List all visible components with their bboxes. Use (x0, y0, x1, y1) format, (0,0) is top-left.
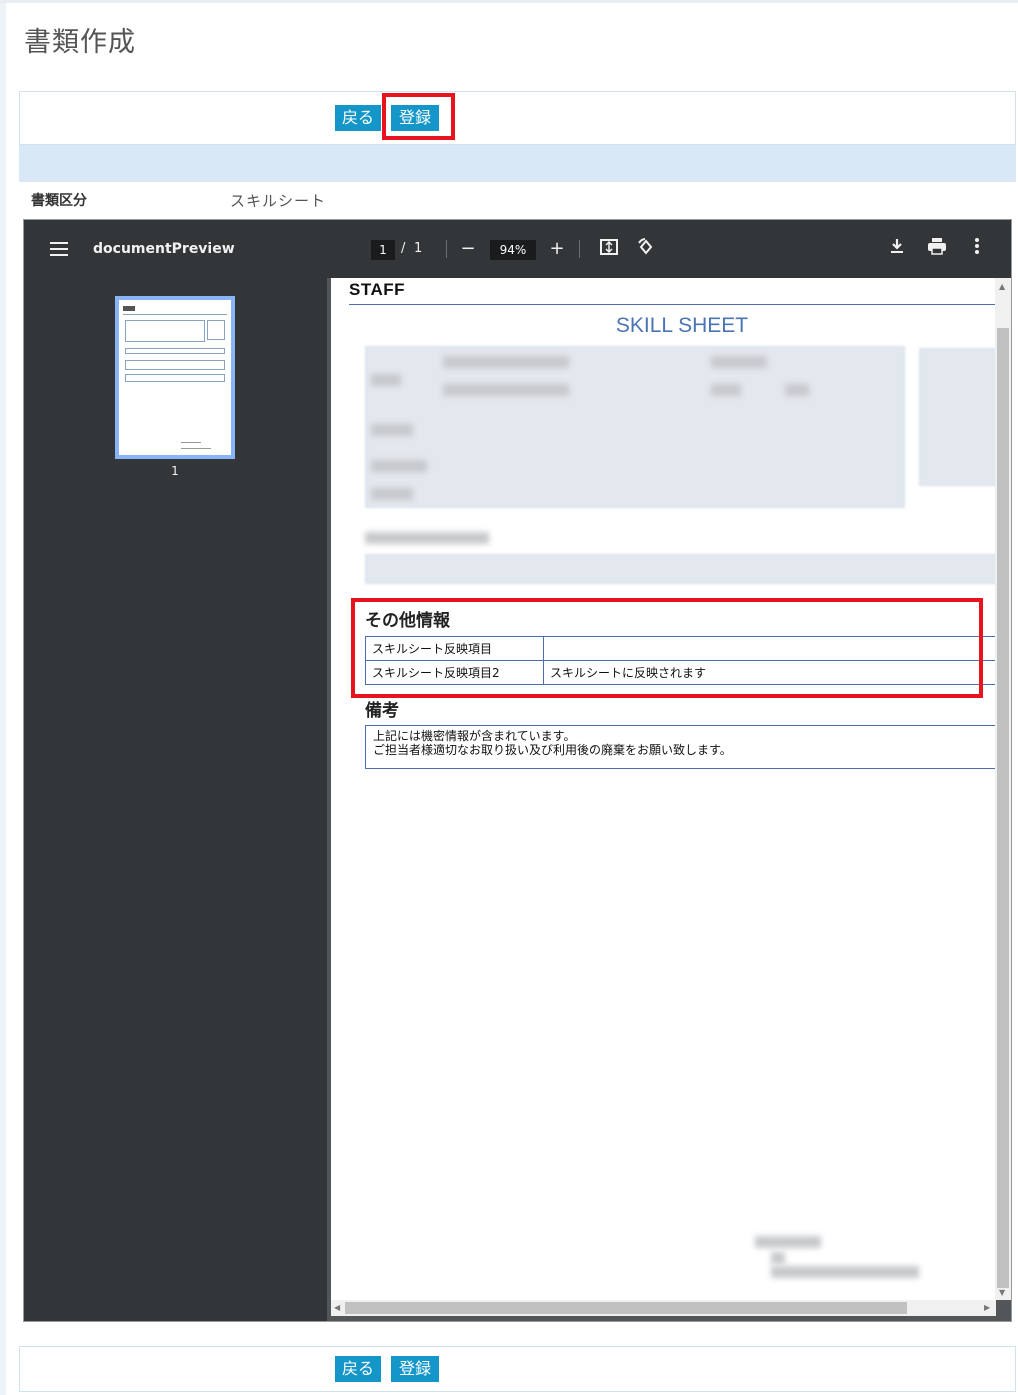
back-button[interactable]: 戻る (335, 105, 381, 131)
redacted-text (365, 532, 489, 544)
vertical-scrollbar[interactable]: ▲ ▼ (995, 278, 1011, 1300)
horizontal-scrollbar[interactable]: ◀ ▶ (331, 1300, 996, 1316)
document-area: STAFF SKILL SHEET その他情報 スキルシート反映項目 スキルシー… (327, 278, 1011, 1321)
download-icon[interactable] (885, 237, 909, 261)
redacted-text (785, 384, 809, 396)
redacted-text (371, 488, 413, 500)
redacted-text (371, 460, 427, 472)
more-options-icon[interactable] (965, 237, 989, 261)
staff-logo: STAFF (349, 280, 406, 299)
other-info-highlight (351, 598, 983, 698)
zoom-level-input[interactable]: 94% (490, 240, 536, 260)
back-button[interactable]: 戻る (335, 1356, 381, 1382)
doc-type-label: 書類区分 (31, 193, 87, 209)
skill-sheet-title: SKILL SHEET (615, 314, 749, 337)
redacted-text (371, 424, 413, 436)
redacted-text (771, 1252, 785, 1264)
total-pages: 1 (414, 241, 423, 256)
toolbar-divider (446, 240, 447, 258)
redacted-text (711, 384, 741, 396)
pdf-viewer: documentPreview 1 / 1 − 94% + 1 STAFF SK… (23, 219, 1012, 1322)
top-action-bar: 戻る 登録 (19, 91, 1016, 145)
page-thumbnail[interactable] (115, 296, 235, 459)
scroll-right-arrow-icon[interactable]: ▶ (984, 1303, 990, 1312)
toolbar-divider (579, 240, 580, 258)
redacted-profile-table (365, 346, 905, 508)
vertical-scroll-thumb[interactable] (997, 328, 1009, 1288)
horizontal-scroll-thumb[interactable] (345, 1302, 907, 1314)
menu-icon[interactable] (50, 242, 68, 256)
viewer-toolbar: documentPreview 1 / 1 − 94% + (24, 220, 1011, 278)
page-number-input[interactable]: 1 (371, 240, 395, 260)
remarks-title: 備考 (365, 701, 399, 721)
thumbnail-sidebar: 1 (24, 278, 327, 1321)
zoom-out-icon[interactable]: − (456, 237, 480, 261)
redacted-text (755, 1236, 821, 1248)
zoom-in-icon[interactable]: + (545, 237, 569, 261)
top-border (0, 0, 1018, 3)
rotate-icon[interactable] (634, 237, 658, 261)
thumbnail-page-number: 1 (171, 464, 179, 478)
remarks-line: 上記には機密情報が含まれています。 (373, 729, 576, 743)
document-page: STAFF SKILL SHEET その他情報 スキルシート反映項目 スキルシー… (331, 278, 996, 1300)
redacted-text (371, 374, 401, 386)
section-header-band (19, 145, 1016, 182)
remarks-line: ご担当者様適切なお取り扱い及び利用後の廃棄をお願い致します。 (373, 743, 732, 757)
scroll-left-arrow-icon[interactable]: ◀ (334, 1303, 340, 1312)
page-title: 書類作成 (24, 27, 136, 58)
print-icon[interactable] (925, 237, 949, 261)
header-rule (349, 304, 996, 305)
redacted-text (443, 356, 569, 368)
scroll-down-arrow-icon[interactable]: ▼ (999, 1288, 1005, 1297)
redacted-field-box (365, 554, 996, 584)
remarks-box: 上記には機密情報が含まれています。 ご担当者様適切なお取り扱い及び利用後の廃棄を… (365, 725, 996, 769)
scroll-up-arrow-icon[interactable]: ▲ (999, 282, 1005, 291)
register-button[interactable]: 登録 (391, 1356, 439, 1382)
register-button-highlight (382, 93, 455, 140)
fit-page-icon[interactable] (597, 237, 621, 261)
redacted-text (771, 1266, 919, 1278)
doc-type-value: スキルシート (230, 192, 327, 210)
page-separator: / (401, 241, 406, 256)
doc-type-row: 書類区分 スキルシート (19, 182, 1016, 216)
redacted-text (443, 384, 569, 396)
redacted-text (711, 356, 767, 368)
viewer-filename: documentPreview (93, 241, 235, 257)
redacted-photo-box (919, 348, 996, 486)
bottom-action-bar: 戻る 登録 (19, 1346, 1016, 1392)
